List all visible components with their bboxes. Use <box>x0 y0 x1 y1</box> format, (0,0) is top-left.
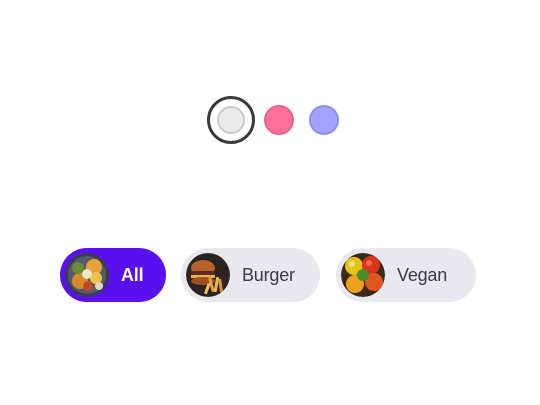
mixed-food-image <box>65 253 109 297</box>
theme-swatch-pink[interactable] <box>264 105 294 135</box>
category-label: All <box>121 264 144 285</box>
theme-swatch-neutral[interactable] <box>207 96 255 144</box>
category-chip-burger[interactable]: Burger <box>181 248 320 302</box>
canvas: All Burger Vegan <box>0 0 540 405</box>
category-chip-all[interactable]: All <box>60 248 166 302</box>
burger-image <box>186 253 230 297</box>
theme-swatch-violet[interactable] <box>309 105 339 135</box>
category-chip-vegan[interactable]: Vegan <box>336 248 476 302</box>
theme-swatch-neutral-fill <box>217 106 245 134</box>
category-label: Burger <box>242 264 295 285</box>
vegetables-image <box>341 253 385 297</box>
category-label: Vegan <box>397 264 448 285</box>
